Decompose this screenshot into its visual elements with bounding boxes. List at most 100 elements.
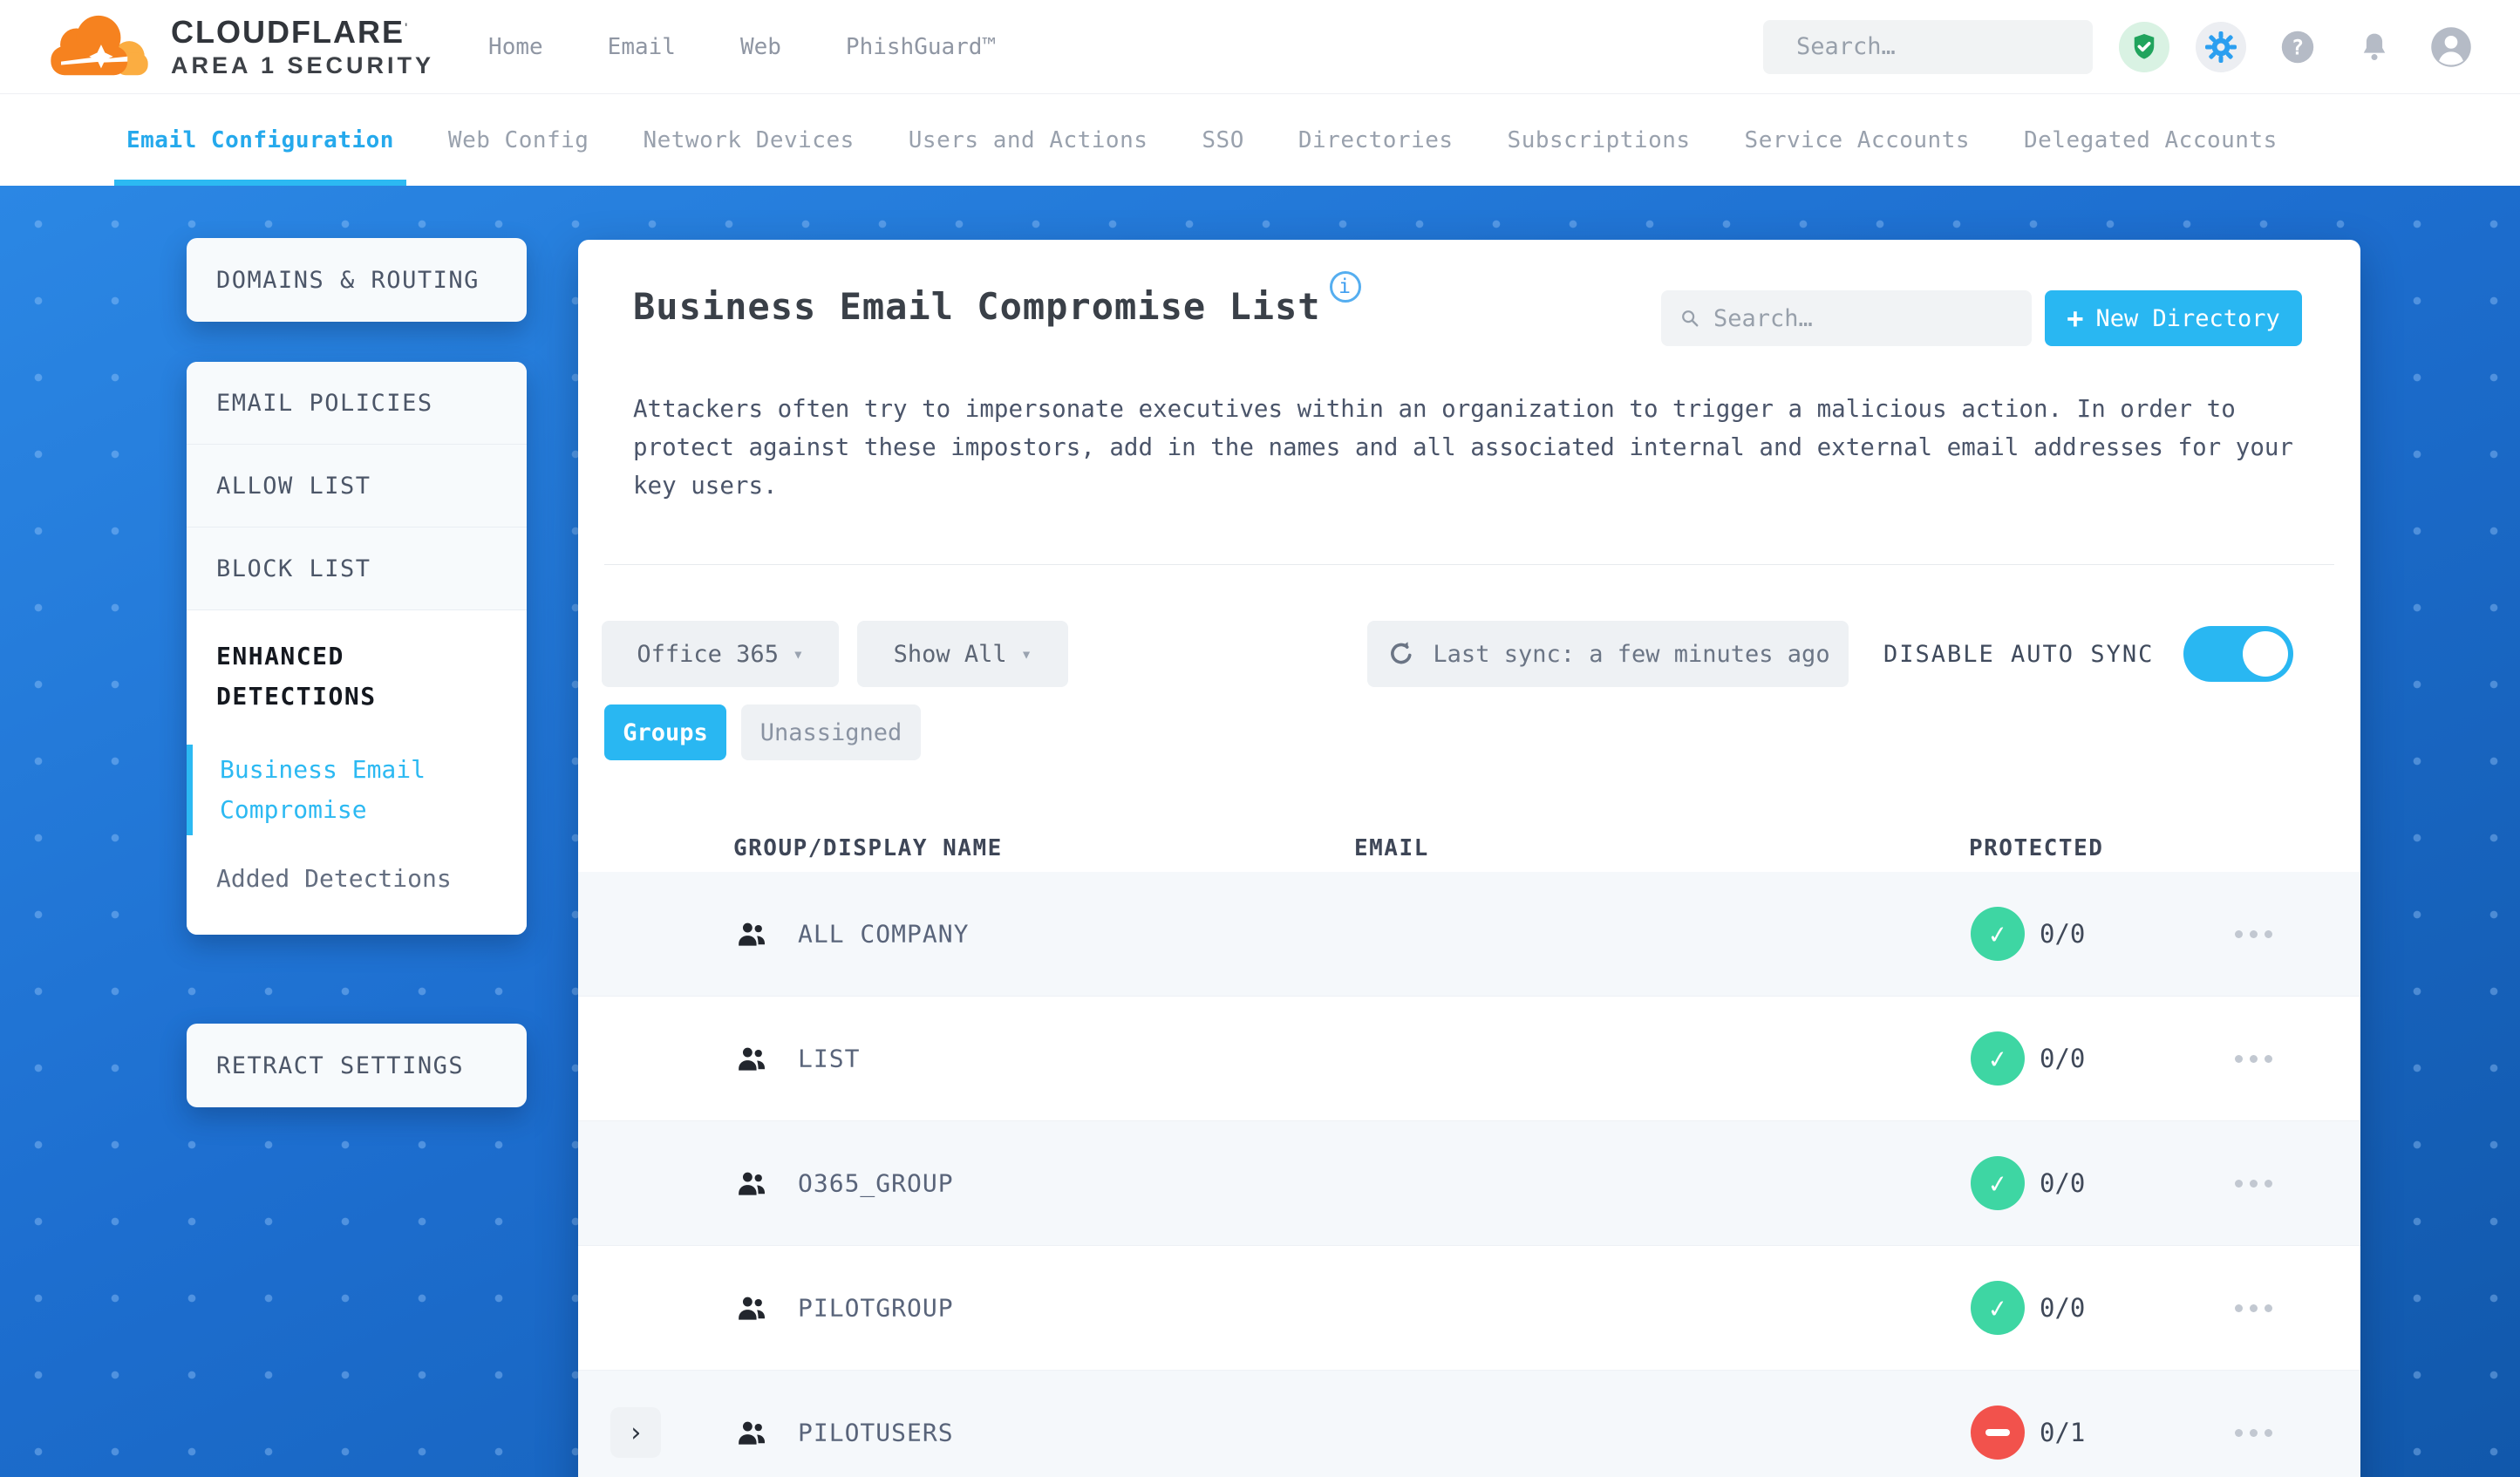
tab-groups[interactable]: Groups bbox=[604, 704, 726, 760]
gear-icon[interactable] bbox=[2196, 21, 2246, 72]
directory-select-value: Office 365 bbox=[637, 640, 779, 668]
tab-subscriptions[interactable]: Subscriptions bbox=[1508, 94, 1691, 186]
protected-count: 0/0 bbox=[2040, 919, 2086, 949]
protected-count: 0/1 bbox=[2040, 1418, 2086, 1447]
sidebar-section-enhanced-detections: ENHANCED DETECTIONS Business Email Compr… bbox=[187, 610, 527, 935]
group-name: LIST bbox=[798, 1044, 861, 1073]
main-card: Business Email Compromise Listi + New Di… bbox=[578, 240, 2360, 1477]
sidebar-item-business-email-compromise[interactable]: Business Email Compromise bbox=[187, 745, 497, 835]
tab-sso[interactable]: SSO bbox=[1202, 94, 1243, 186]
protected-count: 0/0 bbox=[2040, 1293, 2086, 1323]
secondary-nav: Email Configuration Web Config Network D… bbox=[0, 93, 2520, 186]
group-icon bbox=[735, 1043, 770, 1074]
global-search-input[interactable] bbox=[1796, 33, 2095, 60]
top-bar: CLOUDFLARE' AREA 1 SECURITY Home Email W… bbox=[0, 0, 2520, 93]
table-row: › LIST 0/0 bbox=[578, 997, 2360, 1121]
protected-count: 0/0 bbox=[2040, 1044, 2086, 1073]
group-name: ALL COMPANY bbox=[798, 919, 970, 949]
protected-status-badge bbox=[1971, 1156, 2025, 1210]
search-icon bbox=[1682, 310, 1699, 327]
toggle-knob bbox=[2243, 631, 2288, 677]
tab-email-configuration[interactable]: Email Configuration bbox=[114, 94, 406, 186]
group-icon bbox=[735, 1417, 770, 1448]
tab-service-accounts[interactable]: Service Accounts bbox=[1745, 94, 1970, 186]
row-menu-button[interactable] bbox=[2222, 915, 2285, 953]
cloudflare-logo: CLOUDFLARE' AREA 1 SECURITY bbox=[44, 10, 434, 84]
table-row: › O365_GROUP 0/0 bbox=[578, 1121, 2360, 1246]
row-menu-button[interactable] bbox=[2222, 1039, 2285, 1078]
sidebar-label: DOMAINS & ROUTING bbox=[216, 266, 480, 294]
page-description: Attackers often try to impersonate execu… bbox=[633, 395, 2293, 500]
sidebar-item-enhanced-detections[interactable]: ENHANCED DETECTIONS bbox=[216, 636, 497, 717]
sidebar-item-domains-routing[interactable]: DOMAINS & ROUTING bbox=[187, 238, 527, 322]
brand-subname: AREA 1 SECURITY bbox=[171, 52, 435, 78]
sidebar-item-retract-settings[interactable]: RETRACT SETTINGS bbox=[187, 1024, 527, 1107]
directory-select[interactable]: Office 365 ▾ bbox=[602, 621, 839, 687]
tab-users-and-actions[interactable]: Users and Actions bbox=[909, 94, 1148, 186]
tab-unassigned[interactable]: Unassigned bbox=[741, 704, 921, 760]
sidebar-item-block-list[interactable]: BLOCK LIST bbox=[187, 528, 527, 610]
brand-mark: ' bbox=[404, 20, 410, 34]
bell-icon[interactable] bbox=[2349, 22, 2400, 72]
protected-status-badge bbox=[1971, 1406, 2025, 1460]
row-menu-button[interactable] bbox=[2222, 1289, 2285, 1327]
user-avatar-icon[interactable] bbox=[2426, 22, 2476, 72]
sidebar-policies-card: EMAIL POLICIES ALLOW LIST BLOCK LIST ENH… bbox=[187, 362, 527, 935]
column-header-group-display-name: GROUP/DISPLAY NAME bbox=[733, 835, 1003, 861]
protected-count: 0/0 bbox=[2040, 1168, 2086, 1198]
sidebar-label: RETRACT SETTINGS bbox=[216, 1052, 465, 1079]
column-header-email: EMAIL bbox=[1354, 835, 1429, 861]
topnav-home[interactable]: Home bbox=[488, 34, 543, 60]
chevron-down-icon: ▾ bbox=[792, 643, 804, 664]
tab-delegated-accounts[interactable]: Delegated Accounts bbox=[2024, 94, 2278, 186]
plus-icon: + bbox=[2067, 302, 2084, 335]
protected-status-badge bbox=[1971, 1031, 2025, 1086]
topbar-right-cluster: ? bbox=[1763, 19, 2476, 74]
help-icon[interactable]: ? bbox=[2272, 22, 2323, 72]
svg-text:?: ? bbox=[2292, 35, 2304, 59]
show-filter-value: Show All bbox=[893, 640, 1007, 668]
tab-directories[interactable]: Directories bbox=[1298, 94, 1454, 186]
protected-status-badge bbox=[1971, 1281, 2025, 1335]
topnav-web[interactable]: Web bbox=[740, 34, 781, 60]
brand-name: CLOUDFLARE' bbox=[171, 14, 410, 50]
refresh-icon bbox=[1391, 642, 1412, 664]
auto-sync-toggle[interactable] bbox=[2183, 626, 2293, 682]
expand-row-button[interactable]: › bbox=[610, 1407, 661, 1458]
group-icon bbox=[735, 918, 770, 950]
brand-text: CLOUDFLARE' AREA 1 SECURITY bbox=[171, 14, 434, 79]
tab-web-config[interactable]: Web Config bbox=[448, 94, 589, 186]
topnav-email[interactable]: Email bbox=[608, 34, 676, 60]
topnav-phishguard[interactable]: PhishGuard™ bbox=[846, 34, 996, 60]
sidebar-item-allow-list[interactable]: ALLOW LIST bbox=[187, 445, 527, 528]
new-directory-button[interactable]: + New Directory bbox=[2045, 290, 2302, 346]
protected-status-badge bbox=[1971, 907, 2025, 961]
group-icon bbox=[735, 1167, 770, 1199]
shield-check-icon[interactable] bbox=[2119, 21, 2169, 72]
last-sync-button[interactable]: Last sync: a few minutes ago bbox=[1367, 621, 1849, 687]
column-header-protected: PROTECTED bbox=[1969, 835, 2104, 861]
group-icon bbox=[735, 1292, 770, 1324]
row-menu-button[interactable] bbox=[2222, 1413, 2285, 1452]
group-name: PILOTGROUP bbox=[798, 1293, 954, 1323]
sidebar-item-email-policies[interactable]: EMAIL POLICIES bbox=[187, 362, 527, 445]
list-search[interactable] bbox=[1661, 290, 2032, 346]
sidebar-item-added-detections[interactable]: Added Detections bbox=[216, 860, 497, 898]
divider bbox=[604, 564, 2334, 565]
sidebar-label: ALLOW LIST bbox=[216, 472, 371, 500]
row-menu-button[interactable] bbox=[2222, 1164, 2285, 1202]
table-row: › ALL COMPANY 0/0 bbox=[578, 872, 2360, 997]
table-row: › PILOTUSERS 0/1 bbox=[578, 1371, 2360, 1477]
group-name: PILOTUSERS bbox=[798, 1418, 954, 1447]
list-search-input[interactable] bbox=[1713, 304, 2013, 332]
sidebar-label: EMAIL POLICIES bbox=[216, 389, 433, 417]
tab-network-devices[interactable]: Network Devices bbox=[643, 94, 854, 186]
content-canvas: DOMAINS & ROUTING EMAIL POLICIES ALLOW L… bbox=[0, 186, 2520, 1477]
group-table: › ALL COMPANY 0/0 › LIST 0/0 bbox=[578, 872, 2360, 1477]
sidebar-label: BLOCK LIST bbox=[216, 555, 371, 582]
info-icon[interactable]: i bbox=[1329, 271, 1361, 303]
last-sync-text: Last sync: a few minutes ago bbox=[1433, 640, 1830, 668]
global-search[interactable] bbox=[1763, 19, 2095, 74]
page-title: Business Email Compromise List i bbox=[633, 271, 1361, 328]
show-filter-select[interactable]: Show All ▾ bbox=[857, 621, 1068, 687]
